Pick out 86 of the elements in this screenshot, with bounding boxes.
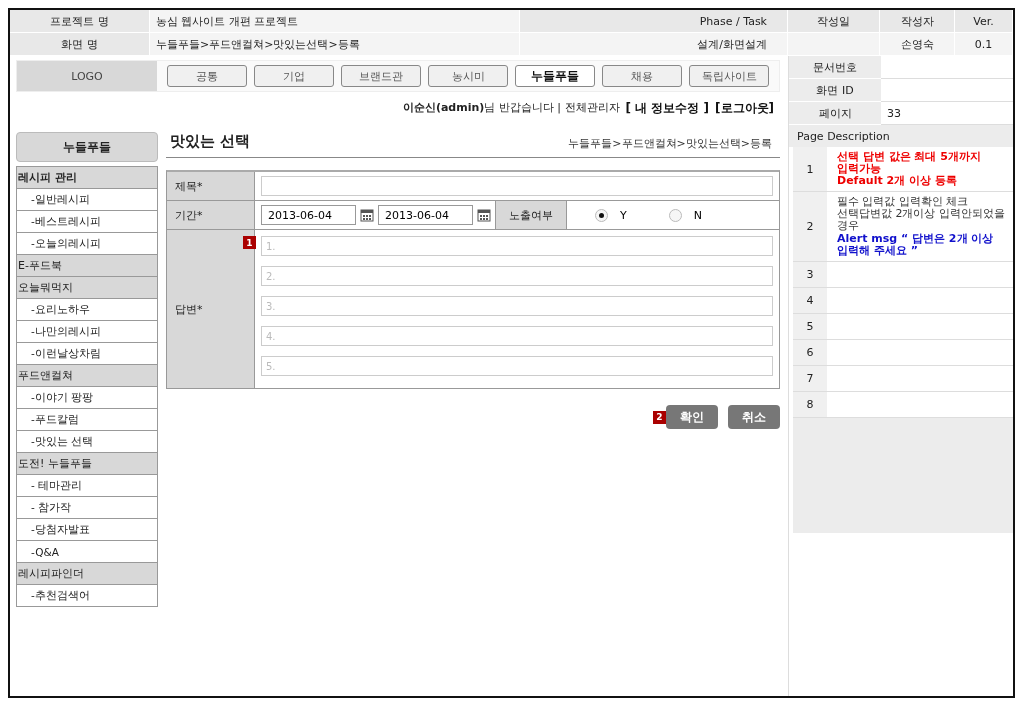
meta-label: 문서번호 bbox=[789, 56, 881, 79]
nav-tab[interactable]: 브랜드관 bbox=[341, 65, 421, 87]
menu-item[interactable]: -추천검색어 bbox=[16, 585, 158, 607]
cancel-button[interactable]: 취소 bbox=[728, 405, 780, 429]
menu-item[interactable]: -베스트레시피 bbox=[16, 211, 158, 233]
meta-label: 화면 ID bbox=[789, 79, 881, 102]
description-text: 선택 답변 값은 최대 5개까지 bbox=[837, 151, 982, 163]
header-value: 누들푸들>푸드앤컬쳐>맛있는선택>등록 bbox=[150, 33, 520, 56]
menu-item[interactable]: -오늘의레시피 bbox=[16, 233, 158, 255]
menu-item[interactable]: -일반레시피 bbox=[16, 189, 158, 211]
confirm-button[interactable]: 확인 bbox=[666, 405, 718, 429]
row-number: 1 bbox=[793, 147, 827, 192]
radio-label: Y bbox=[620, 208, 627, 222]
header-value: 손영숙 bbox=[880, 33, 955, 56]
end-date-input[interactable]: 2013-06-04 bbox=[378, 205, 473, 225]
menu-item[interactable]: - 테마관리 bbox=[16, 475, 158, 497]
nav-tab[interactable]: 기업 bbox=[254, 65, 334, 87]
answer-input[interactable]: 4. bbox=[261, 326, 773, 346]
header-label: Phase / Task bbox=[520, 10, 788, 33]
annotation-marker: 2 bbox=[653, 410, 666, 424]
radio-icon[interactable] bbox=[668, 208, 682, 222]
sidebar-title: 누들푸들 bbox=[16, 132, 158, 162]
nav-tab[interactable]: 독립사이트 bbox=[689, 65, 769, 87]
radio-option[interactable]: Y bbox=[595, 208, 627, 222]
description-text: Alert msg “ 답변은 2개 이상 입력해 주세요 ” bbox=[837, 232, 995, 257]
menu-group[interactable]: 오늘뭐먹지 bbox=[16, 277, 158, 299]
meta-label: 페이지 bbox=[789, 102, 881, 125]
logo: LOGO bbox=[17, 61, 157, 91]
row-number: 5 bbox=[793, 313, 827, 339]
header-label: 프로젝트 명 bbox=[10, 10, 150, 33]
header-value: 0.1 bbox=[955, 33, 1013, 56]
row-number: 8 bbox=[793, 391, 827, 417]
nav-tab[interactable]: 공통 bbox=[167, 65, 247, 87]
menu-item[interactable]: -이야기 팡팡 bbox=[16, 387, 158, 409]
menu-item[interactable]: -이런날상차림 bbox=[16, 343, 158, 365]
menu-item[interactable]: -푸드칼럼 bbox=[16, 409, 158, 431]
description-text: 필수 입력값 입력확인 체크 bbox=[837, 196, 969, 209]
nav-tab[interactable]: 농시미 bbox=[428, 65, 508, 87]
menu-item[interactable]: - 참가작 bbox=[16, 497, 158, 519]
logout-link[interactable]: [로그아웃] bbox=[715, 100, 774, 118]
menu-group[interactable]: E-푸드북 bbox=[16, 255, 158, 277]
header-value: 농심 웹사이트 개편 프로젝트 bbox=[150, 10, 520, 33]
radio-icon[interactable] bbox=[595, 208, 608, 222]
start-date-input[interactable]: 2013-06-04 bbox=[261, 205, 356, 225]
description-text: 선택답변값 2개이상 입력안되었을경우 bbox=[837, 208, 1005, 233]
menu-group[interactable]: 푸드앤컬쳐 bbox=[16, 365, 158, 387]
field-label: 기간* bbox=[167, 201, 255, 229]
description-text: Default 2개 이상 등록 bbox=[837, 175, 958, 188]
answer-input[interactable]: 5. bbox=[261, 356, 773, 376]
radio-label: N bbox=[693, 208, 702, 222]
menu-item[interactable]: -나만의레시피 bbox=[16, 321, 158, 343]
menu-item[interactable]: -요리노하우 bbox=[16, 299, 158, 321]
row-number: 7 bbox=[793, 365, 827, 391]
row-number: 4 bbox=[793, 287, 827, 313]
edit-profile-link[interactable]: [ 내 정보수정 ] bbox=[625, 100, 710, 118]
menu-item[interactable]: -맛있는 선택 bbox=[16, 431, 158, 453]
row-number: 6 bbox=[793, 339, 827, 365]
answer-input[interactable]: 2. bbox=[261, 266, 773, 286]
header-label: 화면 명 bbox=[10, 33, 150, 56]
answer-input[interactable]: 3. bbox=[261, 296, 773, 316]
page-title: 맛있는 선택 bbox=[170, 132, 251, 151]
menu-group[interactable]: 레시피 관리 bbox=[16, 166, 158, 189]
header-label: 작성자 bbox=[880, 10, 955, 33]
breadcrumb: 누들푸들>푸드앤컬쳐>맛있는선택>등록 bbox=[568, 136, 772, 151]
header-label: 작성일 bbox=[788, 10, 880, 33]
welcome-text: 이순신(admin)님 반갑습니다 | 전체관리자 bbox=[402, 100, 620, 116]
menu-group[interactable]: 도전! 누들푸들 bbox=[16, 453, 158, 475]
annotation-marker: 1 bbox=[243, 236, 256, 249]
title-input[interactable] bbox=[261, 176, 773, 196]
row-number: 3 bbox=[793, 261, 827, 287]
description-text: 입력가능 bbox=[837, 163, 882, 176]
menu-item[interactable]: -당첨자발표 bbox=[16, 519, 158, 541]
header-value: 설계/화면설계 bbox=[520, 33, 788, 56]
answer-input[interactable]: 1. bbox=[261, 236, 773, 256]
header-label: Ver. bbox=[955, 10, 1013, 33]
nav-tab[interactable]: 누들푸들 bbox=[515, 65, 595, 87]
radio-option[interactable]: N bbox=[668, 208, 702, 222]
calendar-icon[interactable] bbox=[477, 208, 491, 222]
calendar-icon[interactable] bbox=[360, 208, 374, 222]
menu-group[interactable]: 레시피파인더 bbox=[16, 563, 158, 585]
nav-tab[interactable]: 채용 bbox=[602, 65, 682, 87]
description-title: Page Description bbox=[789, 125, 1013, 147]
row-number: 2 bbox=[793, 192, 827, 261]
field-label: 제목* bbox=[167, 172, 255, 200]
field-label: 노출여부 bbox=[495, 201, 567, 229]
menu-item[interactable]: -Q&A bbox=[16, 541, 158, 563]
